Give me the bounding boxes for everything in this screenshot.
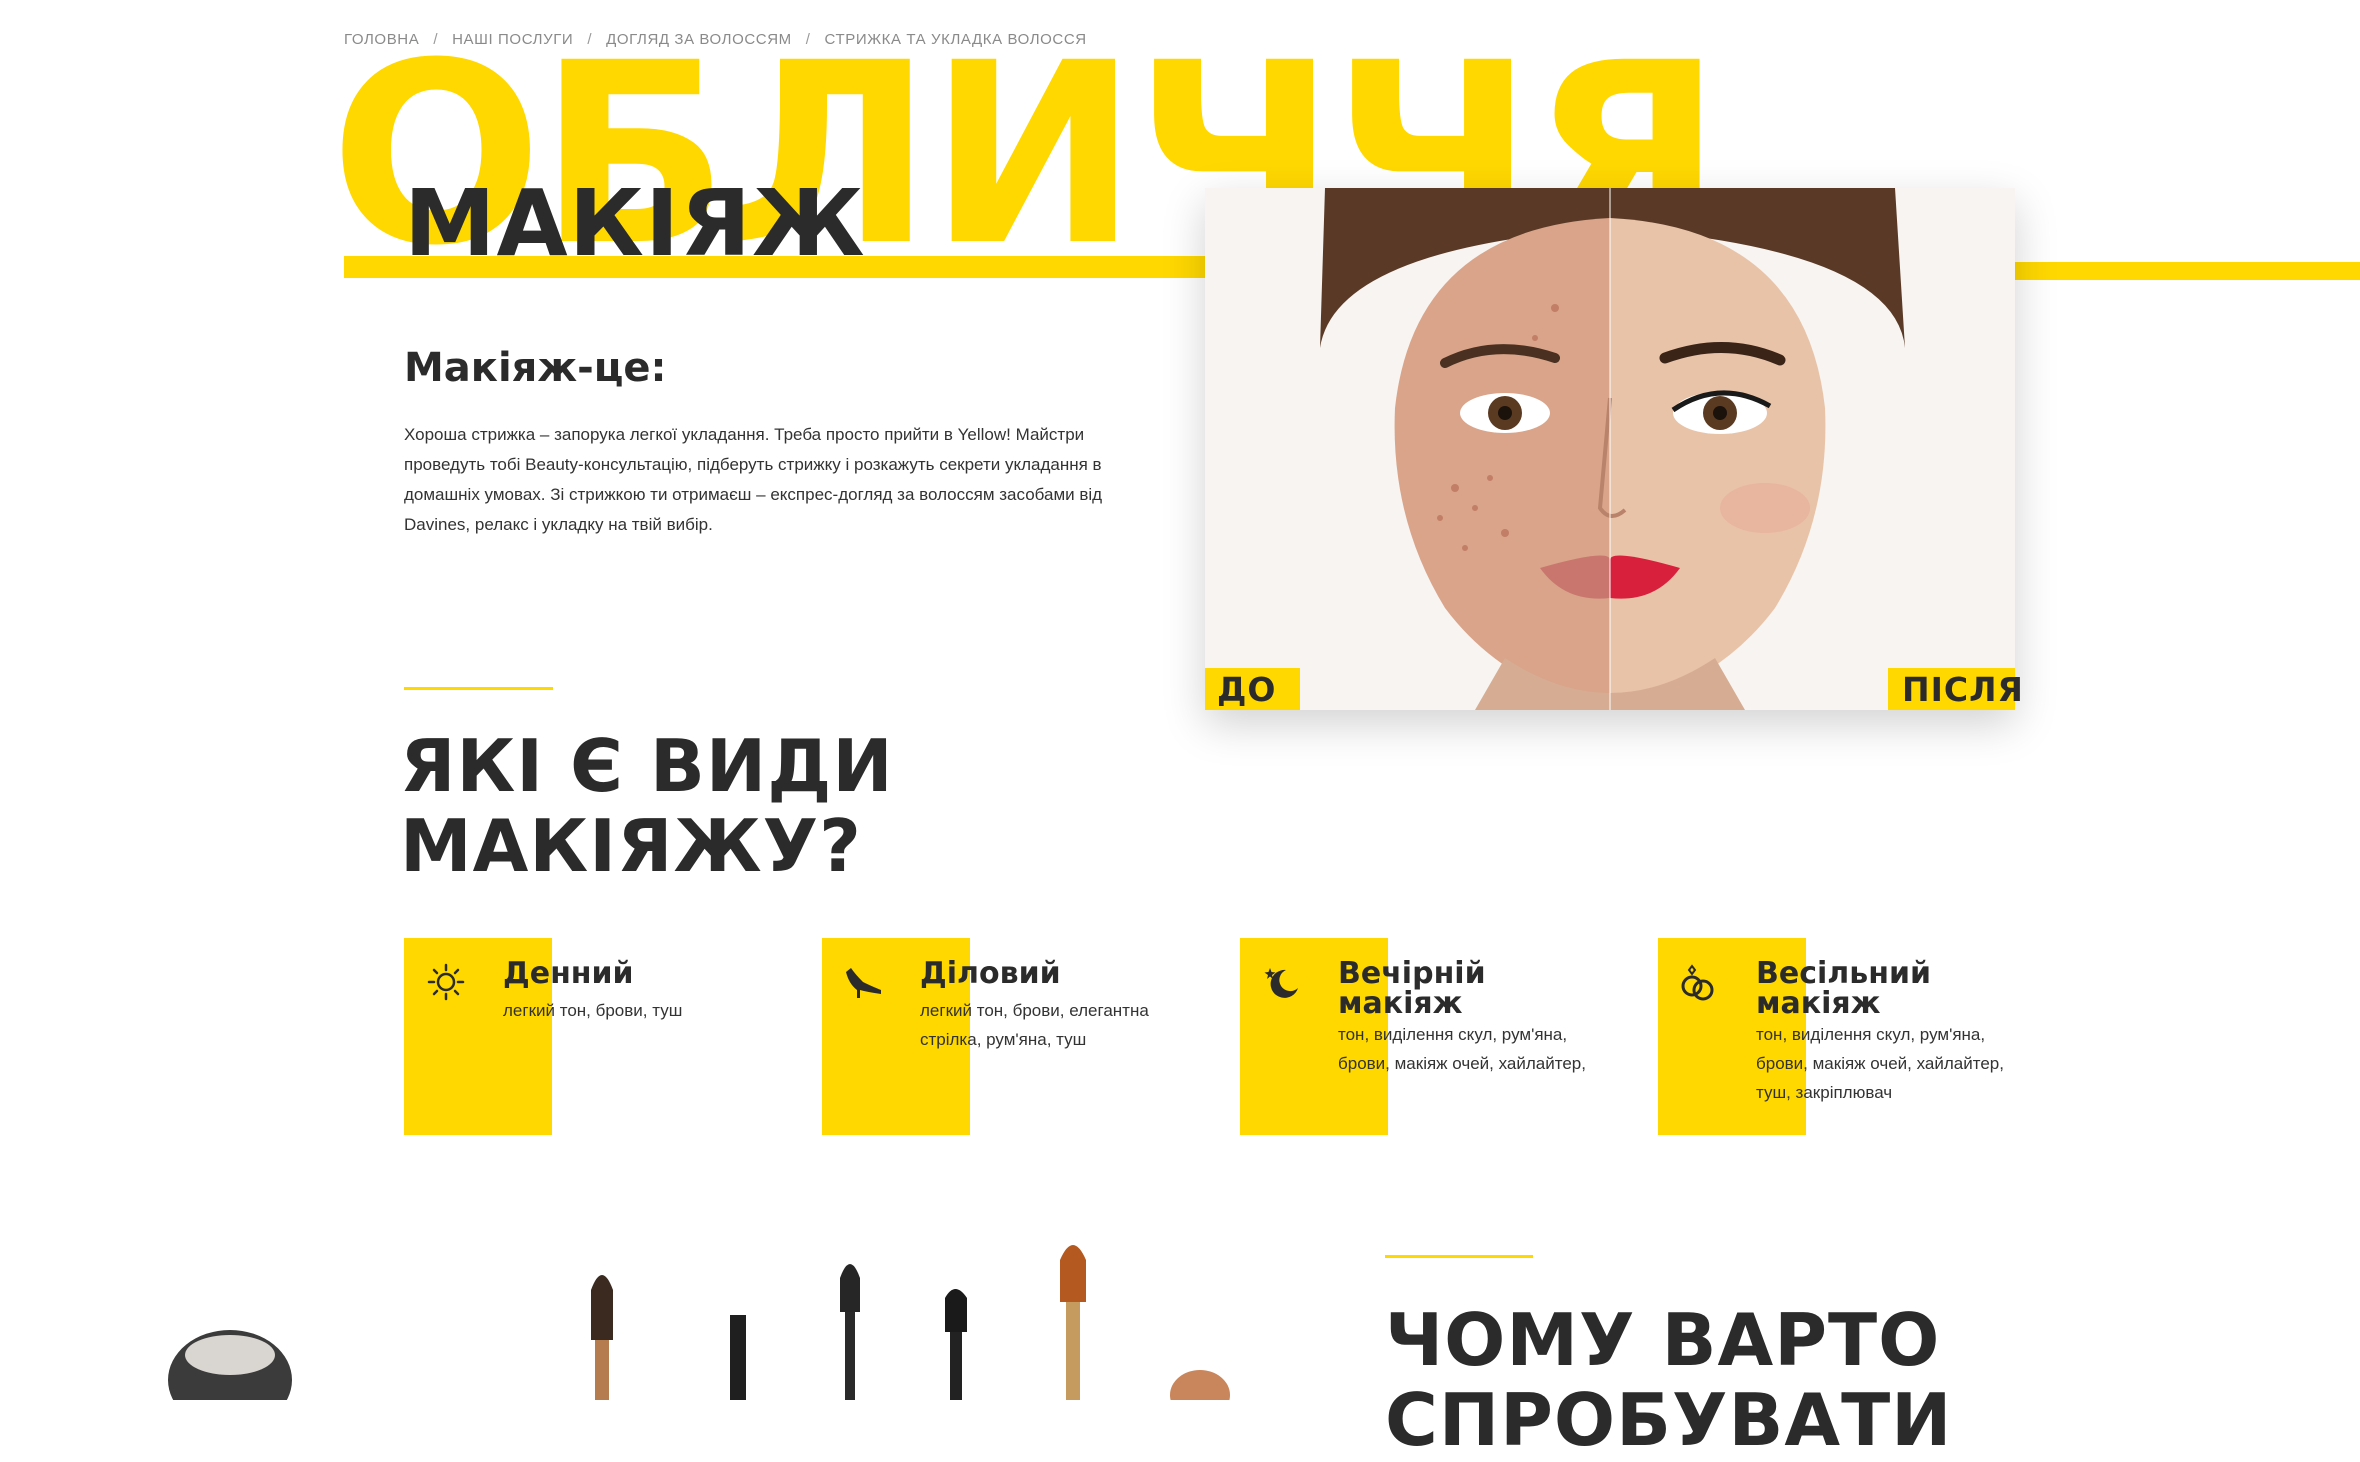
moon-stars-icon [1262, 962, 1302, 1002]
why-section-divider [1385, 1255, 1533, 1258]
why-title-line1: ЧОМУ ВАРТО [1385, 1298, 1941, 1382]
sun-icon [426, 962, 466, 1002]
section-divider [404, 687, 553, 690]
intro-text: Хороша стрижка – запорука легкої укладан… [404, 425, 1103, 534]
page-title: МАКІЯЖ [404, 170, 866, 277]
types-section-title: ЯКІ Є ВИДИ МАКІЯЖУ? [400, 726, 894, 886]
makeup-brushes-image [0, 1220, 1260, 1430]
types-title-line2: МАКІЯЖУ? [400, 804, 862, 888]
before-label: ДО [1205, 668, 1300, 710]
face-illustration [1205, 188, 2015, 710]
rings-icon [1678, 962, 1718, 1002]
after-label: ПІСЛЯ [1888, 668, 2023, 710]
type-name-evening: Вечірній макіяж [1338, 959, 1486, 1019]
type-name-business: Діловий [920, 956, 1061, 991]
type-name-wedding: Весільний макіяж [1756, 959, 1931, 1019]
types-title-line1: ЯКІ Є ВИДИ [400, 724, 894, 808]
type-desc-business: легкий тон, брови, елегантна стрілка, ру… [920, 1001, 1149, 1049]
before-after-photo [1205, 188, 2015, 710]
type-desc-evening: тон, виділення скул, рум'яна, брови, мак… [1338, 1025, 1586, 1073]
why-title-line2: СПРОБУВАТИ [1385, 1378, 1953, 1462]
section-subtitle: Макіяж-це: [404, 345, 667, 391]
high-heel-icon [843, 960, 883, 1000]
type-desc-day: легкий тон, брови, туш [503, 1001, 683, 1020]
type-name-evening-line2: макіяж [1338, 986, 1463, 1021]
hero-accent-line-right [2010, 262, 2360, 280]
why-section-title: ЧОМУ ВАРТО СПРОБУВАТИ [1385, 1300, 1952, 1460]
type-name-day: Денний [503, 956, 634, 991]
type-name-wedding-line2: макіяж [1756, 986, 1881, 1021]
type-desc-wedding: тон, виділення скул, рум'яна, брови, мак… [1756, 1025, 2004, 1102]
